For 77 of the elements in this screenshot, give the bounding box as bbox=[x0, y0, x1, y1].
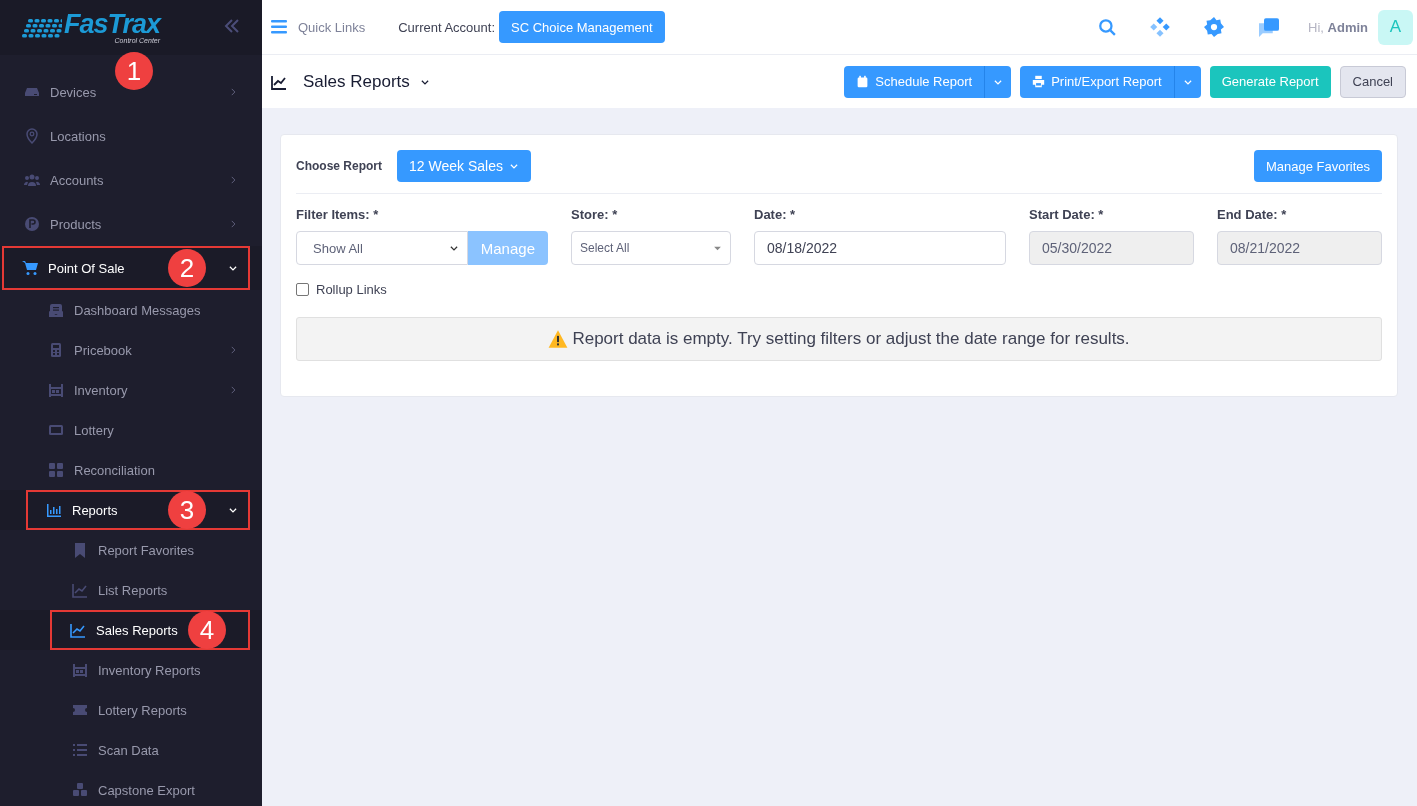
nav-item[interactable]: Inventory Reports bbox=[98, 662, 201, 678]
shelf-icon bbox=[72, 662, 88, 678]
date-field[interactable]: 08/18/2022 bbox=[754, 231, 1006, 265]
nav-item[interactable]: Accounts bbox=[50, 172, 104, 188]
nav-item[interactable]: Products bbox=[50, 216, 102, 232]
nav-item[interactable]: Capstone Export bbox=[98, 782, 195, 798]
warning-icon bbox=[548, 329, 569, 349]
chevron-down-icon bbox=[448, 243, 459, 253]
boxes-icon bbox=[72, 782, 88, 798]
nav-item[interactable]: List Reports bbox=[98, 582, 168, 598]
chevron-right-icon bbox=[228, 175, 238, 185]
ticket-icon bbox=[48, 422, 64, 438]
greeting: Hi, Admin bbox=[1308, 19, 1368, 35]
envelope-icon bbox=[48, 302, 64, 318]
nav-item[interactable]: Pricebook bbox=[74, 342, 132, 358]
line-chart-icon bbox=[271, 73, 287, 90]
search-icon bbox=[1098, 18, 1117, 36]
grid-icon bbox=[48, 462, 64, 478]
field-label: Choose Report bbox=[296, 159, 382, 173]
line-chart-icon bbox=[72, 582, 88, 598]
chevron-right-icon bbox=[228, 345, 238, 355]
checkbox[interactable] bbox=[296, 283, 309, 296]
cart-icon bbox=[22, 260, 38, 276]
location-pin-icon bbox=[24, 128, 40, 144]
nav-item[interactable]: Point Of Sale bbox=[48, 260, 125, 276]
nav-item[interactable]: Sales Reports bbox=[96, 622, 178, 638]
settings-icon bbox=[1204, 17, 1225, 37]
printer-icon bbox=[1032, 75, 1046, 88]
callout-number: 2 bbox=[168, 249, 206, 287]
nav-item[interactable]: Dashboard Messages bbox=[74, 302, 201, 318]
list-icon bbox=[72, 742, 88, 758]
select-field[interactable]: Show All bbox=[296, 231, 468, 265]
diamond-dots-icon bbox=[1150, 17, 1171, 37]
callout-number: 1 bbox=[115, 52, 153, 90]
chevron-down-icon bbox=[228, 505, 238, 515]
cancel-button[interactable]: Cancel bbox=[1339, 65, 1406, 98]
callout-number: 3 bbox=[168, 491, 206, 529]
calendar-icon bbox=[856, 75, 870, 88]
chevron-down-icon bbox=[228, 263, 238, 273]
users-icon bbox=[24, 172, 40, 188]
chat-icon bbox=[1258, 17, 1281, 37]
nav-item[interactable]: Inventory bbox=[74, 382, 128, 398]
line-chart-icon bbox=[70, 622, 86, 638]
calculator-icon bbox=[48, 342, 64, 358]
nav-item[interactable]: Reconciliation bbox=[74, 462, 155, 478]
bar-chart-icon bbox=[46, 502, 62, 518]
select-field[interactable]: Select All bbox=[571, 231, 731, 265]
ticket-icon bbox=[72, 702, 88, 718]
parking-circle-icon bbox=[24, 216, 40, 232]
chevron-right-icon bbox=[228, 385, 238, 395]
menu-icon bbox=[270, 18, 288, 36]
account-label: Current Account: bbox=[398, 19, 496, 35]
dropdown-toggle[interactable] bbox=[1173, 65, 1201, 98]
field-label: Store: * bbox=[571, 207, 619, 222]
bookmark-icon bbox=[72, 542, 88, 558]
chevron-right-icon bbox=[228, 219, 238, 229]
field-label: Date: * bbox=[754, 207, 797, 222]
dropdown-toggle[interactable] bbox=[984, 65, 1012, 98]
nav-item[interactable]: Reports bbox=[72, 502, 118, 518]
alert-message: Report data is empty. Try setting filters or adjust the date range for results. bbox=[572, 329, 1130, 349]
nav-item[interactable]: Lottery Reports bbox=[98, 702, 187, 718]
nav-item[interactable]: Devices bbox=[50, 84, 97, 100]
nav-item[interactable]: Lottery bbox=[74, 422, 114, 438]
checkbox-label: Rollup Links bbox=[316, 282, 387, 297]
double-chevron-left-icon bbox=[224, 18, 240, 34]
field-label: Filter Items: * bbox=[296, 207, 380, 222]
nav-item[interactable]: Report Favorites bbox=[98, 542, 195, 558]
quick-links-link[interactable]: Quick Links bbox=[298, 19, 366, 35]
chevron-right-icon bbox=[228, 87, 238, 97]
page-title: Sales Reports bbox=[303, 71, 410, 92]
field-label: End Date: * bbox=[1217, 207, 1288, 222]
nav-item[interactable]: Scan Data bbox=[98, 742, 159, 758]
callout-number: 4 bbox=[188, 611, 226, 649]
field-label: Start Date: * bbox=[1029, 207, 1105, 222]
shelf-icon bbox=[48, 382, 64, 398]
nav-item[interactable]: Locations bbox=[50, 128, 106, 144]
caret-down-icon bbox=[508, 161, 519, 171]
